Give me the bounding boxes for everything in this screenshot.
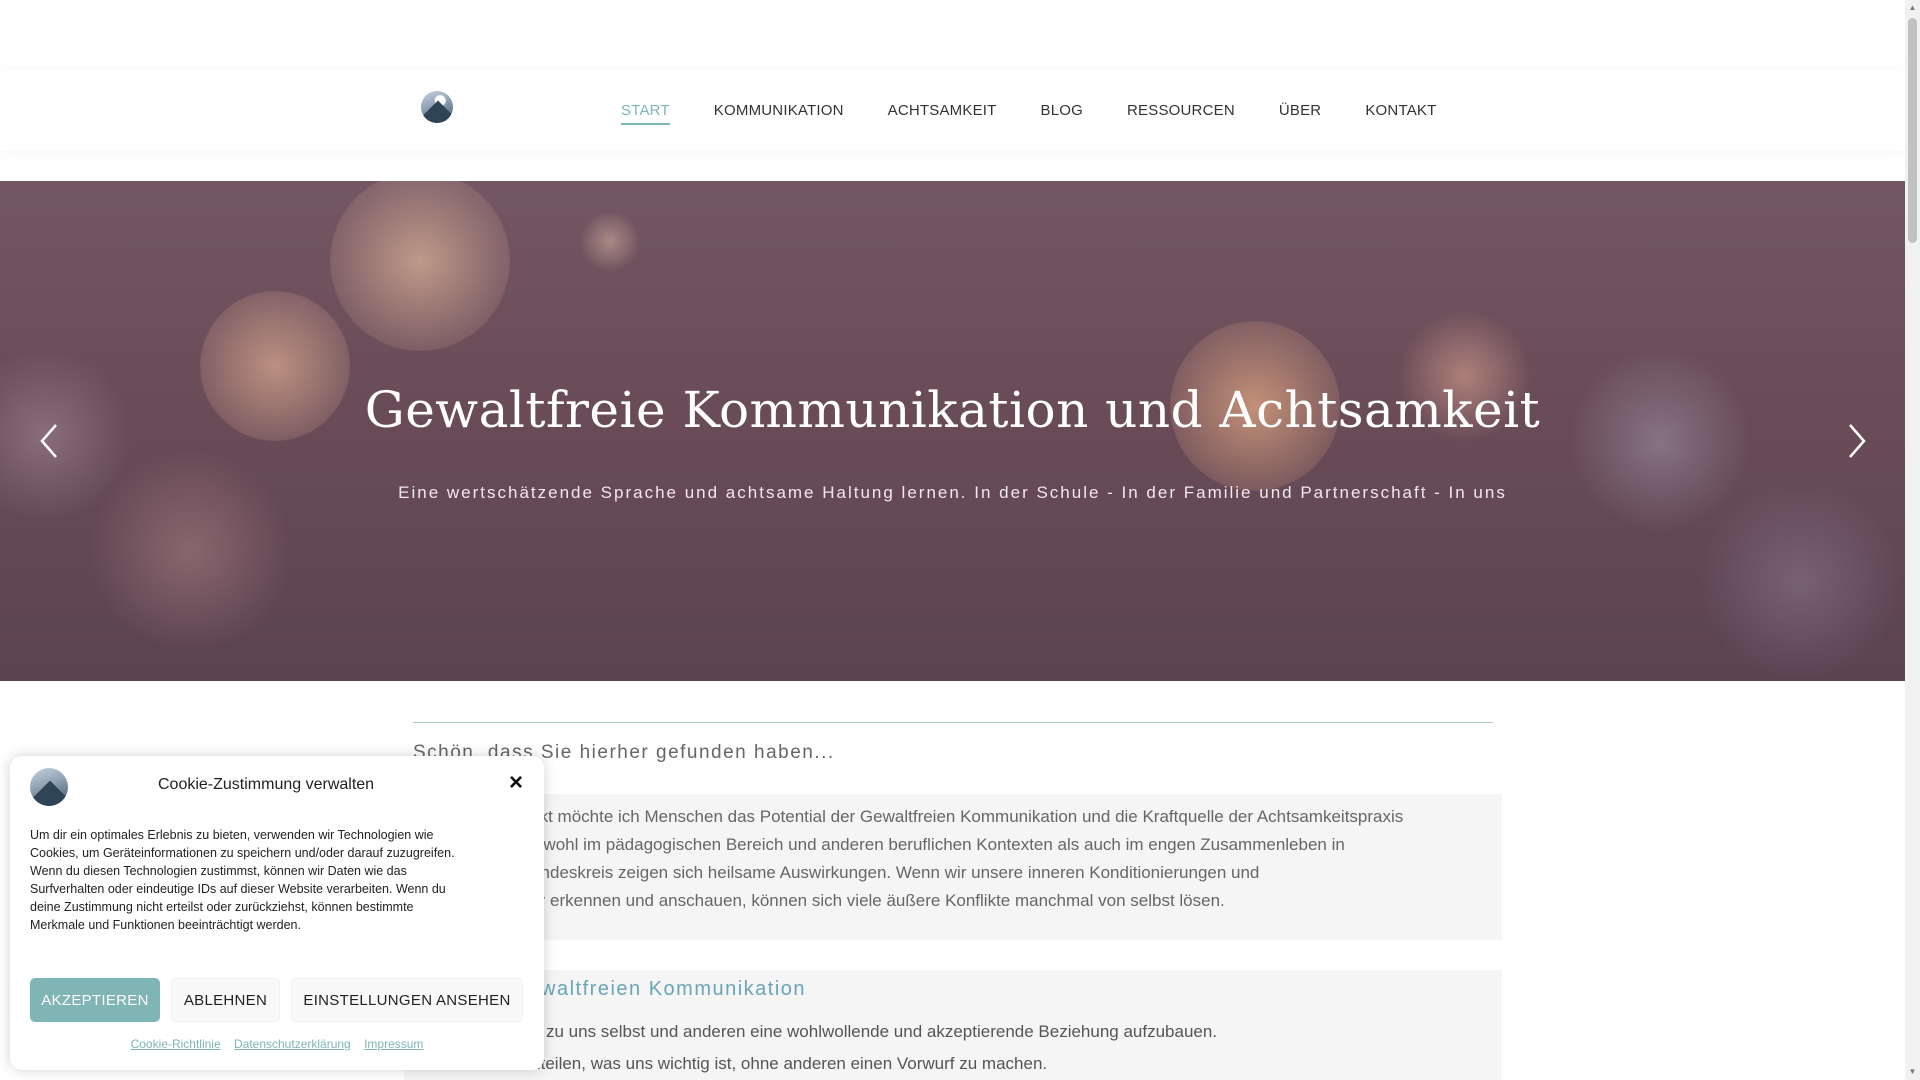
cookie-policy-link[interactable]: Cookie-Richtlinie bbox=[131, 1037, 221, 1051]
intro-text: Mit diesem Projekt möchte ich Menschen d… bbox=[413, 803, 1493, 915]
site-logo[interactable] bbox=[421, 91, 453, 123]
goals-item: mitzuteilen, was uns wichtig ist, ohne a… bbox=[500, 1054, 1048, 1073]
intro-line: näherbringen. Sowohl im pädagogischen Be… bbox=[413, 835, 1345, 854]
slider-prev-button[interactable] bbox=[30, 411, 70, 471]
nav-item-start[interactable]: START bbox=[621, 96, 670, 125]
cookie-logo bbox=[30, 768, 68, 806]
scroll-down-icon[interactable]: ▼ bbox=[1908, 1067, 1917, 1077]
intro-line: Verhaltensmuster erkennen und anschauen,… bbox=[413, 891, 1225, 910]
bokeh-light bbox=[1570, 351, 1750, 531]
nav-item-achtsamkeit[interactable]: ACHTSAMKEIT bbox=[888, 96, 997, 125]
nav-item-kommunikation[interactable]: KOMMUNIKATION bbox=[714, 96, 844, 125]
scroll-up-icon[interactable]: ▲ bbox=[1908, 3, 1917, 13]
bokeh-light bbox=[580, 211, 640, 271]
bokeh-light bbox=[330, 181, 510, 351]
slider-next-button[interactable] bbox=[1836, 411, 1876, 471]
hero-slider: Gewaltfreie Kommunikation und Achtsamkei… bbox=[0, 181, 1905, 681]
imprint-link[interactable]: Impressum bbox=[364, 1037, 423, 1051]
deny-button[interactable]: ABLEHNEN bbox=[171, 978, 280, 1022]
cookie-title: Cookie-Zustimmung verwalten bbox=[158, 776, 375, 793]
nav-item-ueber[interactable]: ÜBER bbox=[1279, 96, 1321, 125]
chevron-right-icon bbox=[1849, 424, 1866, 458]
chevron-left-icon bbox=[40, 424, 57, 458]
site-header: START KOMMUNIKATION ACHTSAMKEIT BLOG RES… bbox=[0, 70, 1905, 150]
intro-line: Mit diesem Projekt möchte ich Menschen d… bbox=[413, 807, 1404, 826]
bokeh-light bbox=[1700, 481, 1900, 681]
view-settings-button[interactable]: EINSTELLUNGEN ANSEHEN bbox=[291, 978, 523, 1022]
scrollbar-thumb[interactable] bbox=[1908, 18, 1917, 243]
cookie-consent-dialog: Cookie-Zustimmung verwalten × Um dir ein… bbox=[10, 756, 544, 1070]
privacy-policy-link[interactable]: Datenschutzerklärung bbox=[234, 1037, 351, 1051]
bokeh-light bbox=[90, 451, 290, 651]
intro-line: Familie und Freundeskreis zeigen sich he… bbox=[413, 863, 1260, 882]
cookie-links: Cookie-Richtlinie Datenschutzerklärung I… bbox=[10, 1037, 544, 1051]
hero-subtitle: Eine wertschätzende Sprache und achtsame… bbox=[398, 483, 1507, 502]
nav-item-blog[interactable]: BLOG bbox=[1041, 96, 1083, 125]
goals-item: zu uns selbst und anderen eine wohlwolle… bbox=[546, 1022, 1218, 1041]
nav-item-kontakt[interactable]: KONTAKT bbox=[1365, 96, 1436, 125]
section-divider bbox=[413, 722, 1493, 723]
nav-item-ressourcen[interactable]: RESSOURCEN bbox=[1127, 96, 1235, 125]
page-scrollbar[interactable]: ▲ ▼ bbox=[1905, 0, 1920, 1080]
hero-title: Gewaltfreie Kommunikation und Achtsamkei… bbox=[364, 381, 1541, 439]
close-icon[interactable]: × bbox=[505, 771, 527, 795]
cookie-description: Um dir ein optimales Erlebnis zu bieten,… bbox=[30, 828, 455, 932]
main-nav: START KOMMUNIKATION ACHTSAMKEIT BLOG RES… bbox=[621, 70, 1480, 150]
accept-button[interactable]: AKZEPTIEREN bbox=[30, 978, 160, 1022]
